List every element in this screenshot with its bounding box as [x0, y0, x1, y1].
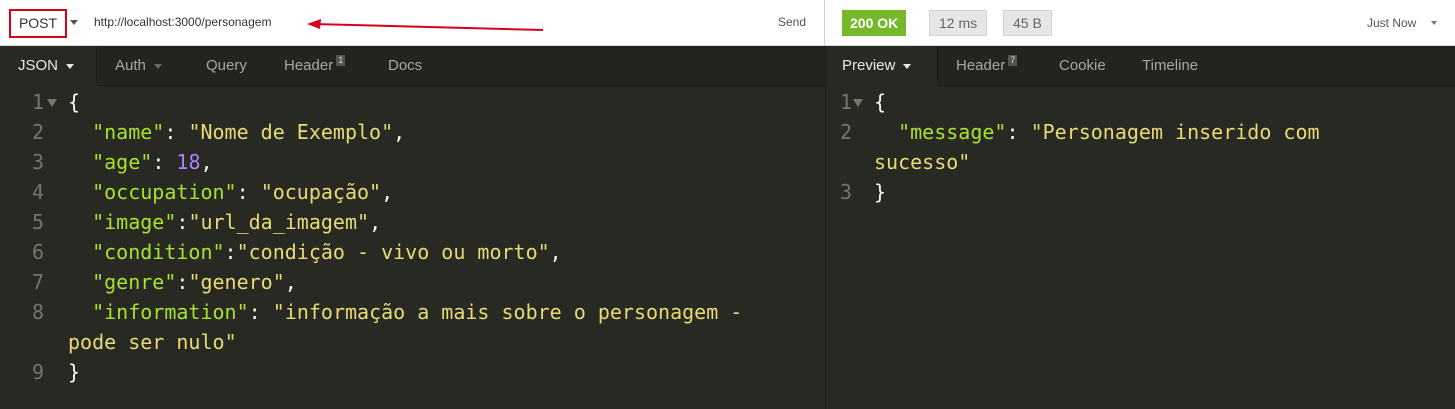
count-badge: 1	[336, 55, 346, 66]
line-number: 3	[31, 150, 44, 174]
chevron-down-icon	[153, 63, 162, 69]
line-number: 1	[31, 90, 44, 114]
fold-arrow-icon[interactable]	[47, 99, 57, 107]
code-text: sucesso"	[874, 150, 971, 174]
tab-response-header[interactable]: Header 7	[956, 46, 1018, 86]
code-line: 2 "message": "Personagem inserido com	[826, 117, 1455, 147]
tab-label: Preview	[842, 57, 896, 74]
response-body-viewer: 1{2 "message": "Personagem inserido com s…	[826, 87, 1455, 207]
response-size-badge: 45 B	[1003, 10, 1052, 36]
tab-label: JSON	[18, 57, 59, 74]
code-line: 1{	[826, 87, 1455, 117]
top-bar: POST http://localhost:3000/personagem Se…	[0, 0, 1455, 46]
tab-timeline[interactable]: Timeline	[1142, 46, 1198, 86]
code-line: 3 "age": 18,	[0, 147, 825, 177]
code-text: "genre":"genero",	[92, 270, 297, 294]
tab-label: Cookie	[1059, 57, 1106, 74]
chevron-down-icon[interactable]	[1431, 21, 1437, 25]
code-line: 5 "image":"url_da_imagem",	[0, 207, 825, 237]
code-line: 6 "condition":"condição - vivo ou morto"…	[0, 237, 825, 267]
code-line: pode ser nulo"	[0, 327, 825, 357]
line-number: 2	[839, 120, 852, 144]
response-bar: 200 OK 12 ms 45 B Just Now	[826, 0, 1455, 46]
code-line: 8 "information": "informação a mais sobr…	[0, 297, 825, 327]
line-number: 3	[839, 180, 852, 204]
status-badge: 200 OK	[842, 10, 907, 36]
code-text: "occupation": "ocupação",	[92, 180, 394, 204]
annotation-arrow	[307, 19, 544, 31]
tab-cookie[interactable]: Cookie	[1059, 46, 1106, 86]
chevron-down-icon	[903, 63, 912, 69]
code-text: "name": "Nome de Exemplo",	[92, 120, 406, 144]
tab-query[interactable]: Query	[206, 46, 247, 86]
request-body-editor[interactable]: 1{2 "name": "Nome de Exemplo", 3 "age": 1…	[0, 87, 825, 387]
response-time-badge: 12 ms	[929, 10, 988, 36]
tab-docs[interactable]: Docs	[388, 46, 422, 86]
tab-label: Timeline	[1142, 57, 1199, 74]
line-number: 5	[31, 210, 44, 234]
code-text: "image":"url_da_imagem",	[92, 210, 382, 234]
tab-label: Query	[206, 57, 247, 74]
method-selector[interactable]: POST	[9, 9, 67, 38]
code-text: "age": 18,	[92, 150, 213, 174]
chevron-down-icon	[66, 63, 75, 69]
request-bar: POST http://localhost:3000/personagem Se…	[0, 0, 825, 46]
status-text: 200 OK	[850, 15, 899, 31]
line-number: 6	[31, 240, 44, 264]
tab-header[interactable]: Header 1	[284, 46, 346, 86]
code-line: 1{	[0, 87, 825, 117]
code-text: pode ser nulo"	[68, 330, 237, 354]
code-text: }	[874, 180, 887, 204]
chevron-down-icon[interactable]	[70, 20, 78, 25]
count-badge: 7	[1008, 55, 1018, 66]
code-line: 7 "genre":"genero",	[0, 267, 825, 297]
code-text: "message": "Personagem inserido com	[898, 120, 1320, 144]
line-number: 8	[31, 300, 44, 324]
history-dropdown[interactable]: Just Now	[1367, 16, 1416, 30]
code-text: "condition":"condição - vivo ou morto",	[92, 240, 562, 264]
code-text: {	[68, 90, 81, 114]
line-number: 1	[839, 90, 852, 114]
line-number: 4	[31, 180, 44, 204]
response-tabs: Preview Header 7 Cookie Timeline	[826, 46, 1455, 86]
tab-label: Header	[284, 57, 334, 74]
url-input[interactable]: http://localhost:3000/personagem	[94, 15, 271, 29]
tab-auth[interactable]: Auth	[115, 46, 162, 86]
code-text: {	[874, 90, 887, 114]
tab-preview[interactable]: Preview	[826, 46, 938, 86]
line-number: 7	[31, 270, 44, 294]
code-line: 2 "name": "Nome de Exemplo",	[0, 117, 825, 147]
code-text: }	[68, 360, 81, 384]
code-line: 4 "occupation": "ocupação",	[0, 177, 825, 207]
code-line: 3}	[826, 177, 1455, 207]
code-line: 9}	[0, 357, 825, 387]
code-text: "information": "informação a mais sobre …	[92, 300, 743, 324]
tab-label: Docs	[388, 57, 423, 74]
tab-json[interactable]: JSON	[0, 46, 97, 86]
request-tabs: JSON Auth Query Header 1 Docs	[0, 46, 825, 86]
line-number: 2	[31, 120, 44, 144]
tab-label: Header	[956, 57, 1006, 74]
code-line: sucesso"	[826, 147, 1455, 177]
tab-label: Auth	[115, 57, 146, 74]
line-number: 9	[31, 360, 44, 384]
fold-arrow-icon[interactable]	[853, 99, 863, 107]
send-button[interactable]: Send	[778, 15, 806, 29]
